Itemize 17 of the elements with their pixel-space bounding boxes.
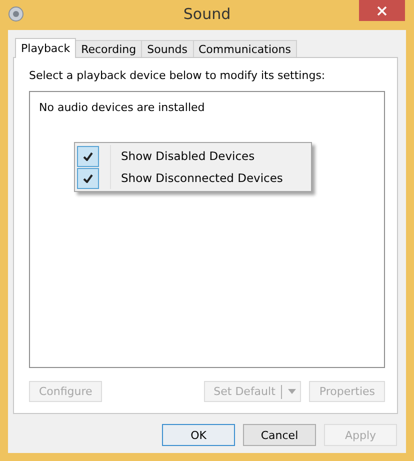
instruction-text: Select a playback device below to modify its settings: xyxy=(29,69,326,82)
tab[interactable]: Playback xyxy=(15,38,76,58)
dialog-button[interactable]: OK xyxy=(162,424,235,446)
tab[interactable]: Communications xyxy=(192,40,297,57)
speaker-icon xyxy=(8,6,24,22)
menu-item[interactable]: Show Disconnected Devices xyxy=(75,167,311,189)
dialog-button[interactable]: Cancel xyxy=(243,424,316,446)
check-icon xyxy=(83,174,93,182)
menu-item[interactable]: Show Disabled Devices xyxy=(75,145,311,167)
empty-message: No audio devices are installed xyxy=(39,101,205,114)
tab[interactable]: Sounds xyxy=(141,40,194,57)
close-icon xyxy=(377,6,387,16)
close-button[interactable] xyxy=(359,0,405,21)
tab[interactable]: Recording xyxy=(75,40,142,57)
caret-icon xyxy=(288,388,296,394)
check-icon xyxy=(83,152,93,160)
window-title: Sound xyxy=(183,5,231,23)
